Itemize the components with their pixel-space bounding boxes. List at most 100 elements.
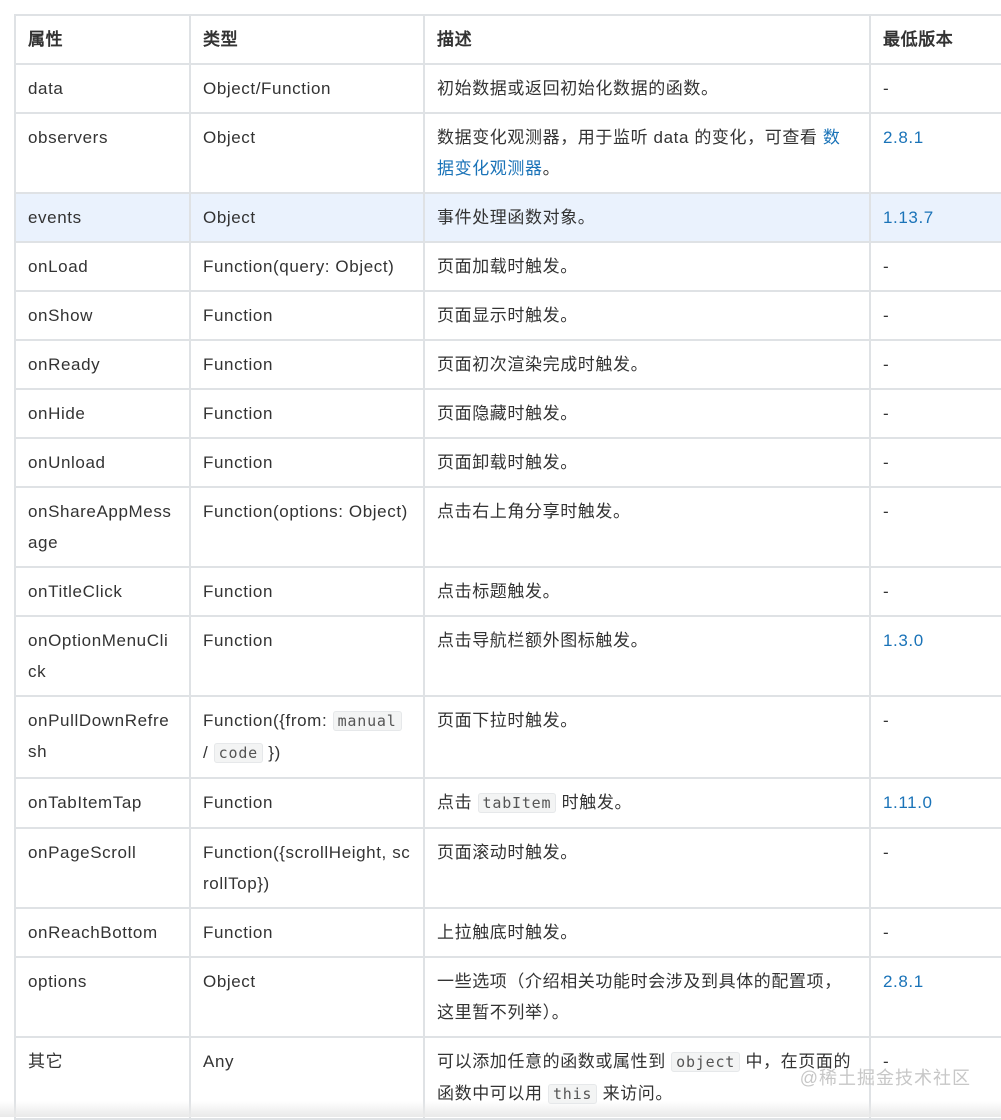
cell-version: - [869,437,1001,488]
cell-property: onTitleClick [14,566,191,617]
table-row: observers Object 数据变化观测器，用于监听 data 的变化，可… [14,112,1001,194]
cell-type: Function({scrollHeight, scrollTop}) [189,827,425,909]
cell-version: - [869,827,1001,909]
cell-property: onOptionMenuClick [14,615,191,697]
table-row-highlighted: events Object 事件处理函数对象。 1.13.7 [14,192,1001,243]
inline-code: object [671,1052,741,1072]
bottom-scroll-shadow [0,1101,1001,1117]
doc-table-wrapper: 属性 类型 描述 最低版本 data Object/Function 初始数据或… [14,14,1001,1120]
cell-type: Function [189,777,425,829]
table-row: onTabItemTap Function 点击 tabItem 时触发。 1.… [14,777,1001,829]
cell-property: onUnload [14,437,191,488]
cell-version-link[interactable]: 2.8.1 [869,956,1001,1038]
cell-version-link[interactable]: 1.11.0 [869,777,1001,829]
cell-property: options [14,956,191,1038]
cell-version-link[interactable]: 1.13.7 [869,192,1001,243]
cell-property: onShareAppMessage [14,486,191,568]
cell-version: - [869,907,1001,958]
cell-description: 点击导航栏额外图标触发。 [423,615,871,697]
cell-version: - [869,63,1001,114]
description-text: 数据变化观测器，用于监听 data 的变化，可查看 [437,128,818,147]
inline-code: code [213,743,263,763]
cell-description: 事件处理函数对象。 [423,192,871,243]
cell-property: onShow [14,290,191,341]
header-property: 属性 [14,14,191,65]
cell-property: observers [14,112,191,194]
description-text: 可以添加任意的函数或属性到 [437,1052,672,1071]
table-row: onOptionMenuClick Function 点击导航栏额外图标触发。 … [14,615,1001,697]
cell-description: 初始数据或返回初始化数据的函数。 [423,63,871,114]
cell-version: - [869,339,1001,390]
cell-property: onPageScroll [14,827,191,909]
table-row: onReady Function 页面初次渲染完成时触发。 - [14,339,1001,390]
cell-property: events [14,192,191,243]
description-text: 。 [542,159,561,178]
cell-type: Function [189,907,425,958]
cell-type: Object/Function [189,63,425,114]
type-text: Function({from: [203,711,333,730]
cell-property: onLoad [14,241,191,292]
table-header-row: 属性 类型 描述 最低版本 [14,14,1001,65]
cell-property: onPullDownRefresh [14,695,191,779]
cell-description: 页面下拉时触发。 [423,695,871,779]
table-row: onUnload Function 页面卸载时触发。 - [14,437,1001,488]
cell-description: 数据变化观测器，用于监听 data 的变化，可查看 数据变化观测器。 [423,112,871,194]
type-text: }) [262,743,281,762]
cell-version-link[interactable]: 2.8.1 [869,112,1001,194]
table-row: onShareAppMessage Function(options: Obje… [14,486,1001,568]
cell-type: Function(options: Object) [189,486,425,568]
table-row: onLoad Function(query: Object) 页面加载时触发。 … [14,241,1001,292]
cell-description: 点击标题触发。 [423,566,871,617]
table-row: options Object 一些选项（介绍相关功能时会涉及到具体的配置项，这里… [14,956,1001,1038]
cell-type: Object [189,112,425,194]
cell-description: 点击 tabItem 时触发。 [423,777,871,829]
cell-description: 页面显示时触发。 [423,290,871,341]
cell-type: Function [189,437,425,488]
table-row: onPullDownRefresh Function({from: manual… [14,695,1001,779]
cell-type: Function [189,615,425,697]
cell-type: Function [189,290,425,341]
table-row: data Object/Function 初始数据或返回初始化数据的函数。 - [14,63,1001,114]
table-row: onTitleClick Function 点击标题触发。 - [14,566,1001,617]
cell-property: onHide [14,388,191,439]
table-row: onReachBottom Function 上拉触底时触发。 - [14,907,1001,958]
cell-version: - [869,486,1001,568]
properties-table: 属性 类型 描述 最低版本 data Object/Function 初始数据或… [14,14,1001,1120]
cell-type: Function [189,566,425,617]
header-type: 类型 [189,14,425,65]
cell-description: 页面初次渲染完成时触发。 [423,339,871,390]
watermark-text: @稀土掘金技术社区 [799,1068,971,1088]
header-description: 描述 [423,14,871,65]
cell-description: 页面隐藏时触发。 [423,388,871,439]
cell-description: 点击右上角分享时触发。 [423,486,871,568]
cell-type: Function [189,388,425,439]
cell-type: Object [189,192,425,243]
table-row: onHide Function 页面隐藏时触发。 - [14,388,1001,439]
cell-type: Function [189,339,425,390]
cell-version: - [869,566,1001,617]
cell-version-link[interactable]: 1.3.0 [869,615,1001,697]
type-separator: / [203,743,214,762]
cell-description: 页面加载时触发。 [423,241,871,292]
description-text: 点击 [437,793,478,812]
cell-version: - [869,290,1001,341]
cell-property: onReady [14,339,191,390]
inline-code: tabItem [477,793,557,813]
table-row: onShow Function 页面显示时触发。 - [14,290,1001,341]
cell-property: data [14,63,191,114]
cell-version: - [869,695,1001,779]
cell-version: - [869,241,1001,292]
header-min-version: 最低版本 [869,14,1001,65]
cell-type: Function(query: Object) [189,241,425,292]
inline-code: manual [332,711,402,731]
cell-description: 上拉触底时触发。 [423,907,871,958]
description-text: 时触发。 [556,793,633,812]
table-row: onPageScroll Function({scrollHeight, scr… [14,827,1001,909]
cell-property: onReachBottom [14,907,191,958]
cell-description: 一些选项（介绍相关功能时会涉及到具体的配置项，这里暂不列举）。 [423,956,871,1038]
cell-property: onTabItemTap [14,777,191,829]
cell-version: - [869,388,1001,439]
cell-type: Function({from: manual / code }) [189,695,425,779]
cell-description: 页面卸载时触发。 [423,437,871,488]
cell-description: 页面滚动时触发。 [423,827,871,909]
